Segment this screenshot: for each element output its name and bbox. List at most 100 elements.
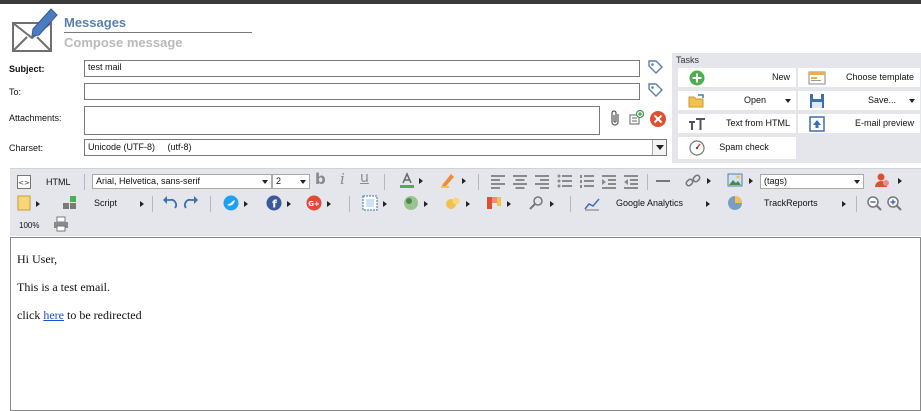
trackreports-pie-icon[interactable] (727, 195, 743, 211)
dropdown-arrow-icon[interactable] (419, 178, 423, 184)
dropdown-arrow-icon[interactable] (706, 201, 710, 207)
dropdown-arrow-icon[interactable] (36, 201, 40, 207)
task-open[interactable]: Open (677, 90, 797, 111)
font-family-select[interactable]: Arial, Helvetica, sans-serif (92, 174, 272, 189)
personalize-icon[interactable] (874, 172, 890, 188)
align-center-icon[interactable] (512, 173, 528, 189)
zoom-level: 100% (19, 221, 40, 230)
page-header: Messages Compose message (10, 5, 260, 55)
task-spam-check[interactable]: Spam check (677, 136, 797, 160)
align-left-icon[interactable] (490, 173, 506, 189)
chevron-down-icon (909, 99, 915, 103)
window-top-bar (0, 0, 921, 4)
font-size-select[interactable]: 2 (272, 174, 310, 189)
twitter-icon[interactable] (223, 195, 239, 211)
table-icon[interactable] (362, 195, 378, 211)
toolbar-separator (856, 196, 857, 212)
background-icon[interactable] (403, 195, 419, 211)
svg-text:G+: G+ (308, 200, 320, 208)
task-new[interactable]: New (677, 67, 797, 88)
toolbar-separator (349, 196, 350, 212)
dropdown-arrow-icon[interactable] (898, 178, 902, 184)
page-subtitle: Compose message (64, 35, 183, 50)
bold-icon[interactable]: b (315, 170, 326, 188)
page-title: Messages (64, 15, 127, 30)
underline-icon[interactable]: u (360, 170, 369, 186)
link-icon[interactable] (685, 173, 701, 189)
task-spam-check-label: Spam check (719, 142, 769, 152)
horizontal-rule-icon[interactable] (655, 173, 671, 189)
attachments-box[interactable] (84, 106, 600, 135)
add-attachment-icon[interactable] (628, 110, 644, 126)
body-line: This is a test email. (17, 280, 110, 294)
to-input[interactable] (84, 83, 640, 100)
paperclip-icon[interactable] (608, 110, 624, 126)
html-source-icon[interactable]: <> (16, 174, 32, 190)
html-mode-button[interactable]: HTML (46, 177, 71, 187)
find-replace-icon[interactable] (528, 195, 544, 211)
highlight-icon[interactable] (440, 172, 456, 188)
message-body-editor[interactable]: Hi User, This is a test email. click her… (10, 237, 921, 411)
task-text-from-html-label: Text from HTML (725, 118, 790, 128)
dropdown-arrow-icon[interactable] (842, 201, 846, 207)
preview-icon (809, 116, 825, 132)
dropdown-arrow-icon[interactable] (383, 201, 387, 207)
font-color-icon[interactable] (399, 172, 415, 188)
image-icon[interactable] (727, 172, 743, 188)
chevron-down-icon (854, 180, 860, 184)
svg-text:f: f (272, 198, 277, 211)
redirect-link[interactable]: here (43, 308, 64, 322)
dropdown-arrow-icon[interactable] (707, 178, 711, 184)
dropdown-arrow-icon[interactable] (140, 201, 144, 207)
chevron-down-icon (785, 99, 791, 103)
chevron-down-icon[interactable] (652, 140, 666, 155)
google-plus-icon[interactable]: G+ (306, 195, 322, 211)
zoom-in-icon[interactable] (886, 195, 902, 211)
dropdown-arrow-icon[interactable] (550, 201, 554, 207)
outdent-icon[interactable] (623, 173, 639, 189)
dropdown-arrow-icon[interactable] (466, 201, 470, 207)
analytics-chart-icon[interactable] (584, 195, 600, 211)
body-link-line: click here to be redirected (17, 308, 142, 323)
chevron-down-icon (262, 180, 268, 184)
blocks-icon[interactable] (62, 195, 78, 211)
toolbar-separator (478, 174, 479, 190)
bullet-list-icon[interactable] (557, 173, 573, 189)
dropdown-arrow-icon[interactable] (287, 201, 291, 207)
dropdown-arrow-icon[interactable] (749, 178, 753, 184)
align-right-icon[interactable] (534, 173, 550, 189)
google-analytics-button[interactable]: Google Analytics (616, 198, 683, 208)
tag-icon[interactable] (647, 82, 663, 98)
task-text-from-html[interactable]: Text from HTML (677, 113, 797, 134)
dropdown-arrow-icon[interactable] (507, 201, 511, 207)
task-choose-template[interactable]: Choose template (797, 67, 921, 88)
indent-icon[interactable] (601, 173, 617, 189)
color-scheme-icon[interactable] (486, 195, 502, 211)
task-save-label: Save... (867, 95, 896, 105)
remove-attachment-icon[interactable] (649, 110, 667, 128)
facebook-icon[interactable]: f (266, 195, 282, 211)
task-email-preview[interactable]: E-mail preview (797, 113, 921, 134)
snippet-icon[interactable] (16, 195, 32, 211)
dropdown-arrow-icon[interactable] (424, 201, 428, 207)
script-button[interactable]: Script (94, 198, 117, 208)
task-save[interactable]: Save... (797, 90, 921, 111)
attachments-label: Attachments: (9, 113, 62, 123)
dropdown-arrow-icon[interactable] (462, 178, 466, 184)
dropdown-arrow-icon[interactable] (327, 201, 331, 207)
tasks-panel: Tasks New Choose template Open Save... T… (672, 53, 921, 163)
dropdown-arrow-icon[interactable] (244, 201, 248, 207)
charset-select[interactable]: Unicode (UTF-8) (utf-8) (84, 139, 667, 156)
smiley-icon[interactable] (445, 195, 461, 211)
tags-select[interactable]: (tags) (760, 174, 864, 189)
trackreports-button[interactable]: TrackReports (764, 198, 818, 208)
tags-value: (tags) (764, 176, 788, 186)
redo-icon[interactable] (183, 195, 199, 211)
italic-icon[interactable]: i (340, 170, 345, 188)
zoom-out-icon[interactable] (866, 195, 882, 211)
undo-icon[interactable] (162, 195, 178, 211)
numbered-list-icon[interactable] (579, 173, 595, 189)
tag-icon[interactable] (647, 59, 663, 75)
subject-input[interactable]: test mail (84, 60, 640, 77)
print-icon[interactable] (53, 216, 69, 232)
